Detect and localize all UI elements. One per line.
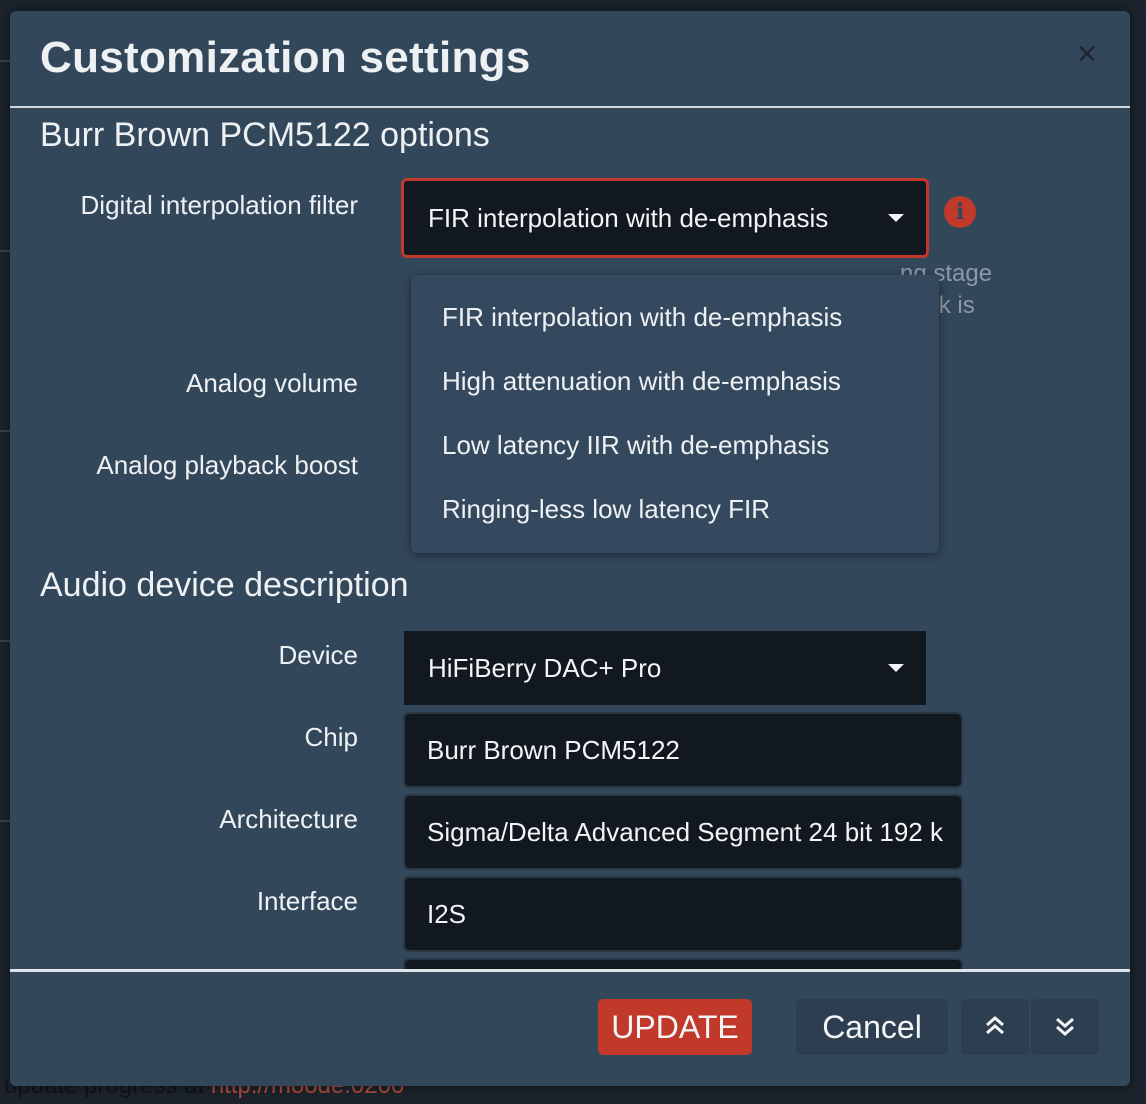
interpolation-filter-select[interactable]: FIR interpolation with de-emphasis	[401, 178, 929, 258]
dropdown-option[interactable]: High attenuation with de-emphasis	[442, 366, 841, 397]
dropdown-option[interactable]: Ringing-less low latency FIR	[442, 494, 770, 525]
info-icon[interactable]: i	[944, 196, 976, 228]
modal-header: Customization settings ×	[10, 11, 1130, 108]
scroll-to-top-button[interactable]	[961, 999, 1029, 1055]
dropdown-option[interactable]: FIR interpolation with de-emphasis	[442, 302, 842, 333]
customization-modal: Customization settings × Burr Brown PCM5…	[10, 11, 1130, 1086]
cancel-button[interactable]: Cancel	[796, 999, 948, 1055]
interface-label: Interface	[256, 886, 358, 916]
device-label: Device	[278, 640, 358, 670]
caret-down-icon	[888, 214, 904, 222]
background-divider	[0, 640, 10, 642]
analog-boost-label: Analog playback boost	[96, 450, 358, 480]
dac-options-section-title: Burr Brown PCM5122 options	[40, 116, 490, 154]
filter-dropdown-menu: FIR interpolation with de-emphasis High …	[411, 275, 939, 553]
interface-field[interactable]: I2S	[403, 876, 963, 952]
scroll-to-bottom-button[interactable]	[1031, 999, 1099, 1055]
footer-divider	[10, 969, 1130, 972]
architecture-field[interactable]: Sigma/Delta Advanced Segment 24 bit 192 …	[403, 794, 963, 870]
architecture-label: Architecture	[219, 804, 358, 834]
modal-title: Customization settings	[40, 33, 531, 82]
update-button[interactable]: UPDATE	[598, 999, 752, 1055]
background-divider	[0, 820, 10, 822]
filter-label: Digital interpolation filter	[80, 190, 358, 220]
caret-down-icon	[888, 664, 904, 672]
background-divider	[0, 430, 10, 432]
chip-field[interactable]: Burr Brown PCM5122	[403, 712, 963, 788]
close-icon[interactable]: ×	[1072, 37, 1102, 71]
background-divider	[0, 60, 10, 62]
background-divider	[0, 250, 10, 252]
chip-label: Chip	[304, 722, 358, 752]
device-select[interactable]: HiFiBerry DAC+ Pro	[404, 631, 926, 705]
device-selected-value: HiFiBerry DAC+ Pro	[428, 652, 662, 683]
double-chevron-down-icon	[1056, 1017, 1074, 1036]
analog-volume-label: Analog volume	[186, 368, 358, 398]
filter-selected-value: FIR interpolation with de-emphasis	[428, 202, 829, 233]
double-chevron-up-icon	[986, 1016, 1004, 1035]
dropdown-option[interactable]: Low latency IIR with de-emphasis	[442, 430, 829, 461]
audio-device-section-title: Audio device description	[40, 566, 409, 604]
